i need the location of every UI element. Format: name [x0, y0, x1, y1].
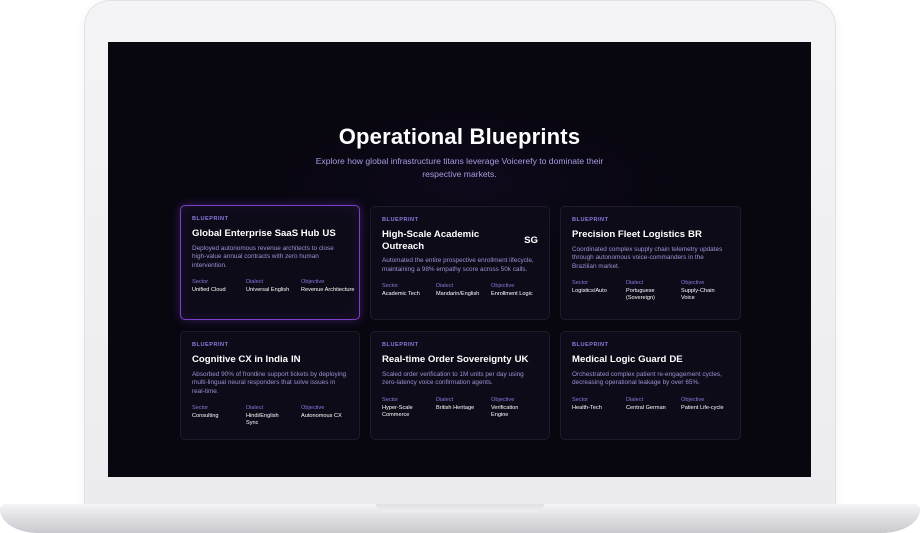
sector-label: Sector	[382, 396, 399, 403]
objective-label: Objective	[681, 280, 705, 287]
objective-value: Supply-Chain Voice	[681, 288, 715, 302]
objective-value: Autonomous CX	[301, 413, 342, 420]
dialect-value: Hindi/English Sync	[246, 413, 279, 427]
country-code: BR	[688, 229, 702, 240]
blueprint-card-sg[interactable]: BLUEPRINT High-Scale Academic Outreach S…	[370, 206, 550, 320]
card-title-text: Real-time Order Sovereignty	[382, 354, 512, 365]
blueprint-badge: BLUEPRINT	[572, 217, 609, 223]
dialect-value: Mandarin/English	[436, 291, 480, 298]
dialect-label: Dialect	[436, 283, 454, 290]
dialect-label: Dialect	[436, 396, 454, 403]
laptop-screen: Operational Blueprints Explore how globa…	[108, 42, 811, 477]
dialect-value: Portuguese (Sovereign)	[626, 288, 655, 302]
card-title-text: Precision Fleet Logistics	[572, 229, 686, 240]
card-title: Real-time Order Sovereignty UK	[382, 354, 528, 366]
sector-label: Sector	[192, 279, 209, 286]
sector-value: Academic Tech	[382, 291, 420, 298]
sector-value: Hyper-Scale Commerce	[382, 404, 413, 418]
blueprint-card-us[interactable]: BLUEPRINT Global Enterprise SaaS Hub US D…	[180, 205, 360, 320]
card-title: Precision Fleet Logistics BR	[572, 229, 702, 241]
card-meta: Sector Unified Cloud Dialect Universal Eng…	[192, 279, 354, 294]
card-meta: Sector Hyper-Scale Commerce Dialect Britis…	[382, 397, 538, 419]
card-description: Coordinated complex supply chain telemet…	[572, 245, 723, 270]
blueprint-badge: BLUEPRINT	[192, 216, 229, 222]
country-code: SG	[524, 235, 538, 246]
blueprint-card-in[interactable]: BLUEPRINT Cognitive CX in India IN Absorb…	[180, 331, 360, 440]
objective-label: Objective	[681, 396, 705, 403]
card-meta: Sector Consulting Dialect Hindi/English Sy…	[192, 405, 348, 427]
card-description: Deployed autonomous revenue architects t…	[192, 244, 334, 269]
sector-value: Unified Cloud	[192, 287, 226, 294]
card-meta: Sector Health-Tech Dialect Central German …	[572, 397, 729, 412]
sector-label: Sector	[572, 396, 589, 403]
card-title-text: High-Scale Academic Outreach	[382, 229, 480, 252]
laptop-notch	[376, 504, 544, 512]
blueprint-card-de[interactable]: BLUEPRINT Medical Logic Guard DE Orchestr…	[560, 331, 741, 440]
card-title-text: Cognitive CX in India	[192, 354, 288, 365]
page-subtitle: Explore how global infrastructure titans…	[315, 156, 604, 179]
card-title: Cognitive CX in India IN	[192, 354, 301, 366]
sector-value: Consulting	[192, 413, 219, 420]
country-code: UK	[514, 354, 529, 365]
blueprint-badge: BLUEPRINT	[192, 342, 229, 348]
objective-label: Objective	[301, 279, 325, 286]
objective-value: Enrollment Logic	[491, 291, 533, 298]
blueprint-card-br[interactable]: BLUEPRINT Precision Fleet Logistics BR Co…	[560, 206, 741, 320]
country-code: IN	[290, 354, 301, 365]
card-description: Absorbed 90% of frontline support ticket…	[192, 370, 347, 395]
card-description: Automated the entire prospective enrollm…	[382, 257, 534, 273]
dialect-label: Dialect	[626, 396, 644, 403]
card-title-text: Global Enterprise SaaS Hub	[192, 228, 320, 239]
sector-label: Sector	[192, 405, 209, 412]
dialect-value: Central German	[626, 404, 666, 411]
card-description: Orchestrated complex patient re-engageme…	[572, 370, 722, 387]
objective-value: Patient Life-cycle	[681, 404, 724, 411]
sector-value: Health-Tech	[572, 404, 602, 411]
objective-label: Objective	[491, 283, 515, 290]
sector-label: Sector	[572, 280, 589, 287]
blueprint-badge: BLUEPRINT	[382, 217, 419, 223]
card-description: Scaled order verification to 1M units pe…	[382, 370, 524, 387]
objective-value: Revenue Architecture	[301, 287, 355, 294]
blueprint-card-uk[interactable]: BLUEPRINT Real-time Order Sovereignty UK …	[370, 331, 550, 440]
card-meta: Sector Academic Tech Dialect Mandarin/Engl…	[382, 283, 538, 298]
card-meta: Sector Logistics/Auto Dialect Portuguese (…	[572, 280, 729, 302]
country-code: US	[322, 228, 336, 239]
blueprint-badge: BLUEPRINT	[572, 342, 609, 348]
sector-value: Logistics/Auto	[572, 288, 607, 295]
dialect-label: Dialect	[246, 279, 264, 286]
sector-label: Sector	[382, 283, 399, 290]
card-title: Medical Logic Guard DE	[572, 354, 683, 366]
card-title: Global Enterprise SaaS Hub US	[192, 228, 336, 240]
dialect-label: Dialect	[246, 405, 264, 412]
country-code: DE	[669, 354, 683, 365]
dialect-value: British Heritage	[436, 404, 475, 411]
objective-label: Objective	[491, 396, 515, 403]
objective-label: Objective	[301, 405, 325, 412]
blueprint-badge: BLUEPRINT	[382, 342, 419, 348]
dialect-label: Dialect	[626, 280, 644, 287]
page-title: Operational Blueprints	[338, 124, 581, 149]
dialect-value: Universal English	[246, 287, 290, 294]
objective-value: Verification Engine	[491, 404, 519, 418]
card-title-text: Medical Logic Guard	[572, 354, 667, 365]
